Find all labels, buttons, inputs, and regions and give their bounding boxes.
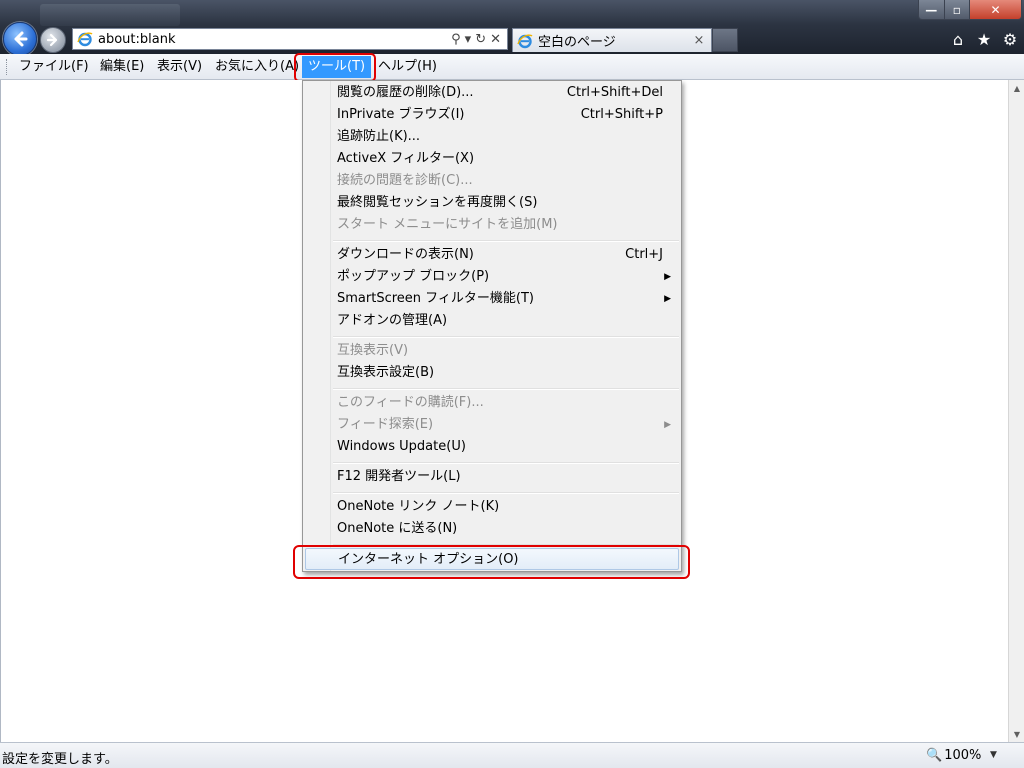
home-icon[interactable]: ⌂: [948, 30, 968, 49]
back-arrow-icon: [14, 31, 28, 47]
submenu-arrow-icon: ▶: [664, 420, 671, 430]
zoom-dropdown-icon[interactable]: ▼: [990, 750, 997, 760]
menu-bar: ファイル(F) 編集(E) 表示(V) お気に入り(A) ツール(T) ヘルプ(…: [0, 54, 1024, 80]
menu-file[interactable]: ファイル(F): [13, 56, 95, 78]
menu-item-popup-blocker[interactable]: ポップアップ ブロック(P) ▶: [305, 266, 679, 288]
address-url[interactable]: about:blank: [98, 32, 451, 47]
ie-logo-icon: [517, 33, 533, 48]
menu-item-subscribe-feed: このフィードの購読(F)...: [337, 395, 484, 410]
menu-separator: [333, 462, 679, 464]
menu-item-diagnose-connection: 接続の問題を診断(C)...: [337, 173, 473, 188]
menu-item-onenote-linked-notes[interactable]: OneNote リンク ノート(K): [305, 496, 679, 518]
ie-logo-icon: [77, 32, 93, 47]
dropdown-arrow-icon[interactable]: ▾: [465, 32, 472, 47]
favorites-star-icon[interactable]: ★: [974, 30, 994, 49]
menu-item-manage-addons[interactable]: アドオンの管理(A): [305, 310, 679, 332]
menu-edit[interactable]: 編集(E): [94, 56, 150, 78]
stop-icon[interactable]: ✕: [490, 32, 501, 47]
scroll-down-icon[interactable]: ▼: [1009, 726, 1024, 742]
tab-title: 空白のページ: [538, 35, 616, 50]
vertical-scrollbar[interactable]: ▲ ▼: [1008, 80, 1024, 742]
menu-item-feed-discovery: フィード探索(E) ▶: [305, 414, 679, 436]
zoom-level: 100%: [944, 748, 982, 763]
back-button[interactable]: [3, 22, 37, 56]
maximize-button[interactable]: ▫: [944, 0, 971, 19]
zoom-control[interactable]: 🔍 100%: [926, 748, 981, 763]
menu-item-smartscreen[interactable]: SmartScreen フィルター機能(T) ▶: [305, 288, 679, 310]
menu-separator: [333, 544, 679, 546]
address-tools: ⚲ ▾ ↻ ✕: [451, 32, 507, 47]
window-controls: — ▫ ✕: [918, 0, 1022, 20]
address-bar[interactable]: about:blank ⚲ ▾ ↻ ✕: [72, 28, 508, 50]
menu-item-send-to-onenote[interactable]: OneNote に送る(N): [305, 518, 679, 540]
menu-item-f12-devtools[interactable]: F12 開発者ツール(L): [305, 466, 679, 488]
menu-item-windows-update[interactable]: Windows Update(U): [305, 436, 679, 458]
status-bar: 設定を変更します。 🔍 100% ▼: [0, 742, 1024, 768]
menu-item-internet-options[interactable]: インターネット オプション(O): [305, 548, 679, 570]
forward-button[interactable]: [40, 27, 66, 53]
scroll-up-icon[interactable]: ▲: [1009, 80, 1024, 96]
settings-gear-icon[interactable]: ⚙: [1000, 30, 1020, 49]
menu-item-delete-history[interactable]: 閲覧の履歴の削除(D)... Ctrl+Shift+Del: [305, 82, 679, 104]
menu-view[interactable]: 表示(V): [151, 56, 208, 78]
menu-item-tracking-protection[interactable]: 追跡防止(K)...: [305, 126, 679, 148]
toolbar-right-icons: ⌂ ★ ⚙: [948, 29, 1020, 49]
menu-item-compat-settings[interactable]: 互換表示設定(B): [305, 362, 679, 384]
search-icon[interactable]: ⚲: [451, 32, 461, 47]
menu-separator: [333, 240, 679, 242]
status-text: 設定を変更します。: [2, 752, 118, 767]
tab-blank-page[interactable]: 空白のページ ×: [512, 28, 712, 52]
submenu-arrow-icon: ▶: [664, 294, 671, 304]
close-button[interactable]: ✕: [970, 0, 1021, 19]
menu-item-compat-view: 互換表示(V): [337, 343, 409, 358]
tab-close-icon[interactable]: ×: [691, 33, 707, 48]
menu-tools[interactable]: ツール(T): [302, 56, 372, 78]
titlebar-decoration: [40, 4, 180, 26]
browser-titlebar: about:blank ⚲ ▾ ↻ ✕ 空白のページ × — ▫ ✕ ⌂ ★ ⚙: [0, 0, 1024, 56]
new-tab-button[interactable]: [712, 28, 738, 52]
menu-separator: [333, 492, 679, 494]
menu-item-add-to-start: スタート メニューにサイトを追加(M): [337, 217, 558, 232]
refresh-icon[interactable]: ↻: [475, 32, 486, 47]
menu-item-inprivate[interactable]: InPrivate ブラウズ(I) Ctrl+Shift+P: [305, 104, 679, 126]
menu-item-reopen-session[interactable]: 最終閲覧セッションを再度開く(S): [305, 192, 679, 214]
menu-item-activex-filter[interactable]: ActiveX フィルター(X): [305, 148, 679, 170]
menu-separator: [333, 388, 679, 390]
zoom-magnifier-icon: 🔍: [926, 748, 943, 763]
tools-dropdown-menu: 閲覧の履歴の削除(D)... Ctrl+Shift+Del InPrivate …: [302, 80, 682, 572]
menu-favorites[interactable]: お気に入り(A): [209, 56, 305, 78]
forward-arrow-icon: [46, 33, 58, 47]
minimize-button[interactable]: —: [919, 0, 945, 19]
menu-help[interactable]: ヘルプ(H): [372, 56, 443, 78]
submenu-arrow-icon: ▶: [664, 272, 671, 282]
menu-item-view-downloads[interactable]: ダウンロードの表示(N) Ctrl+J: [305, 244, 679, 266]
menubar-grip: [6, 59, 9, 75]
menu-separator: [333, 336, 679, 338]
